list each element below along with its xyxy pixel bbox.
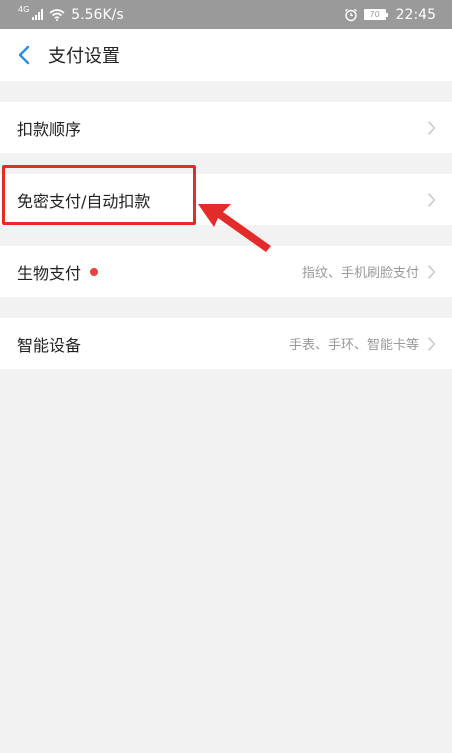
page-title: 支付设置 [48, 46, 120, 67]
settings-item-deduction-order[interactable]: 扣款顺序 [0, 102, 452, 153]
row-right [427, 120, 436, 136]
network-speed: 5.56K/s [71, 6, 124, 23]
alarm-icon [344, 8, 357, 21]
wifi-icon [49, 8, 65, 21]
back-button[interactable] [2, 29, 46, 81]
settings-item-hint: 手表、手环、智能卡等 [288, 338, 419, 353]
row-right [427, 192, 436, 208]
chevron-right-icon [427, 264, 436, 279]
row-right: 指纹、手机刷脸支付 [302, 262, 436, 281]
settings-item-hint: 指纹、手机刷脸支付 [301, 266, 419, 281]
status-right: 70 22:45 [344, 7, 436, 23]
network-type: 4G [18, 5, 30, 14]
status-left: 4G 5.56K/s [18, 5, 124, 23]
settings-item-label: 扣款顺序 [17, 119, 82, 139]
chevron-right-icon [427, 120, 436, 135]
status-bar: 4G 5.56K/s 70 22:45 [0, 0, 452, 29]
battery-icon: 70 [363, 9, 388, 20]
highlight-box [2, 165, 196, 225]
chevron-right-icon [427, 192, 436, 207]
clock: 22:45 [395, 6, 436, 23]
settings-item-smart-devices[interactable]: 智能设备 手表、手环、智能卡等 [0, 318, 452, 369]
settings-item-label: 智能设备 [17, 335, 82, 355]
chevron-right-icon [427, 336, 436, 351]
app-bar: 支付设置 [0, 29, 452, 81]
chevron-left-icon [18, 45, 30, 65]
signal-icon [32, 9, 44, 20]
settings-item-biometric-payment[interactable]: 生物支付 指纹、手机刷脸支付 [0, 246, 452, 297]
notification-dot [90, 267, 99, 276]
row-right: 手表、手环、智能卡等 [289, 334, 436, 353]
settings-item-label: 生物支付 [17, 263, 82, 283]
